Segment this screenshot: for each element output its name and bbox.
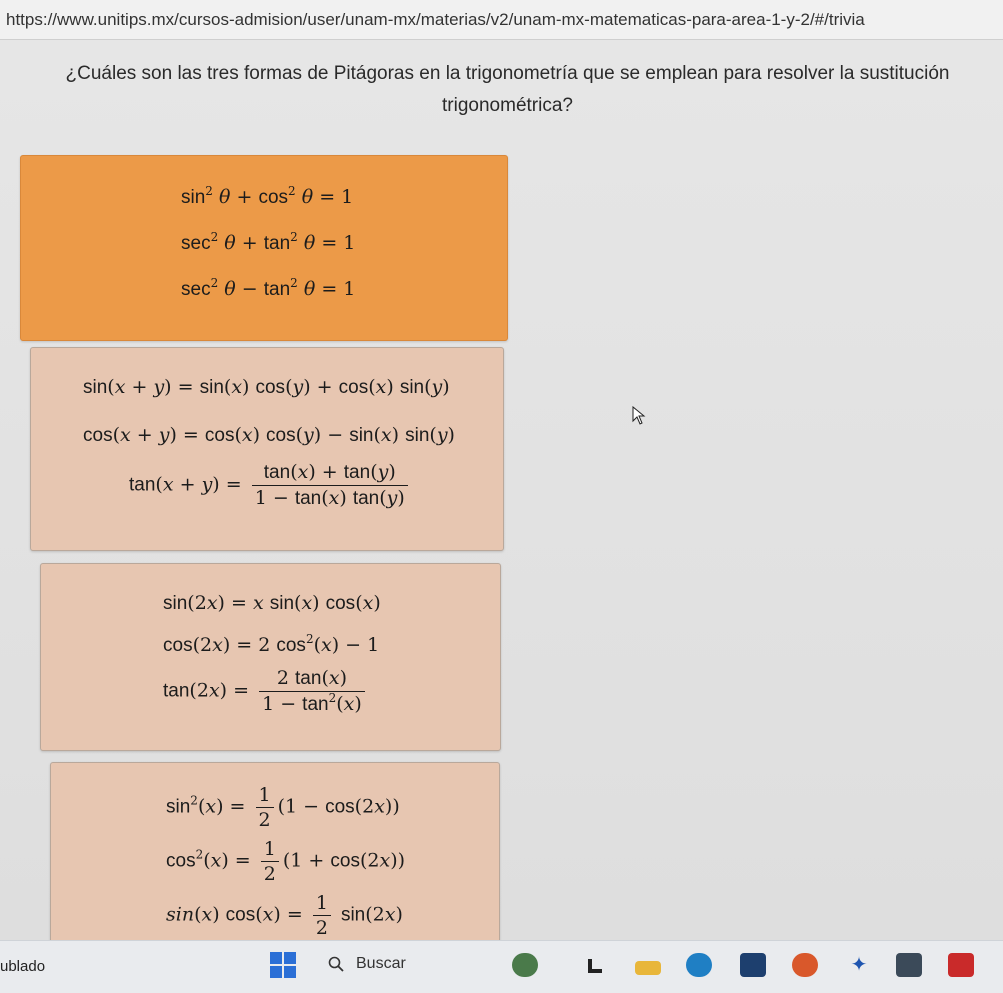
app-icon[interactable] [896, 953, 922, 977]
mouse-cursor-icon [632, 406, 646, 425]
equation: tan(2x) = 2 tan(x) 1 − tan2(x) [163, 666, 369, 717]
question-text: ¿Cuáles son las tres formas de Pitágoras… [65, 63, 950, 116]
answer-option-4[interactable]: sin2(x) = 1 2 (1 − cos(2x)) cos2(x) = 1 2 (1… [50, 762, 500, 962]
terminal-icon[interactable] [582, 953, 608, 977]
equation: cos(2x) = 2 cos2(x) − 1 [163, 632, 380, 656]
equation: sec2 θ − tan2 θ = 1 [181, 276, 356, 300]
weather-widget[interactable]: ublado [0, 958, 45, 975]
edge-icon[interactable] [686, 953, 712, 977]
equation: sin2(x) = 1 2 (1 − cos(2x)) [166, 784, 400, 831]
equation: sin2 θ + cos2 θ = 1 [181, 184, 354, 208]
start-icon[interactable] [270, 952, 296, 978]
equation: sin(2x) = x sin(x) cos(x) [163, 592, 381, 614]
answer-option-3[interactable]: sin(2x) = x sin(x) cos(x) cos(2x) = 2 co… [40, 563, 501, 751]
equation: cos(x + y) = cos(x) cos(y) − sin(x) sin(… [83, 424, 455, 446]
equation: sin(x + y) = sin(x) cos(y) + cos(x) sin(… [83, 376, 450, 398]
search-icon [328, 956, 344, 972]
taskbar-search[interactable]: Buscar [318, 951, 478, 979]
taskbar: ublado Buscar ✦ [0, 940, 1003, 993]
firefox-icon[interactable] [792, 953, 818, 977]
equation: cos2(x) = 1 2 (1 + cos(2x)) [166, 838, 406, 885]
trivia-page: ¿Cuáles son las tres formas de Pitágoras… [0, 40, 1003, 962]
acrobat-icon[interactable] [948, 953, 974, 977]
equation: sin(x) cos(x) = 12 sin(2x) [166, 892, 403, 939]
photos-icon[interactable] [512, 953, 538, 977]
answer-option-1[interactable]: sin2 θ + cos2 θ = 1 sec2 θ + tan2 θ = 1 … [20, 155, 508, 341]
address-bar[interactable]: https://www.unitips.mx/cursos-admision/u… [0, 0, 1003, 40]
equation: tan(x + y) = tan(x) + tan(y) 1 − tan(x) … [129, 460, 412, 511]
answer-option-2[interactable]: sin(x + y) = sin(x) cos(y) + cos(x) sin(… [30, 347, 504, 551]
store-icon[interactable] [740, 953, 766, 977]
dropbox-icon[interactable]: ✦ [846, 953, 872, 977]
file-explorer-icon[interactable] [635, 961, 661, 975]
search-label: Buscar [356, 955, 406, 972]
equation: sec2 θ + tan2 θ = 1 [181, 230, 356, 254]
